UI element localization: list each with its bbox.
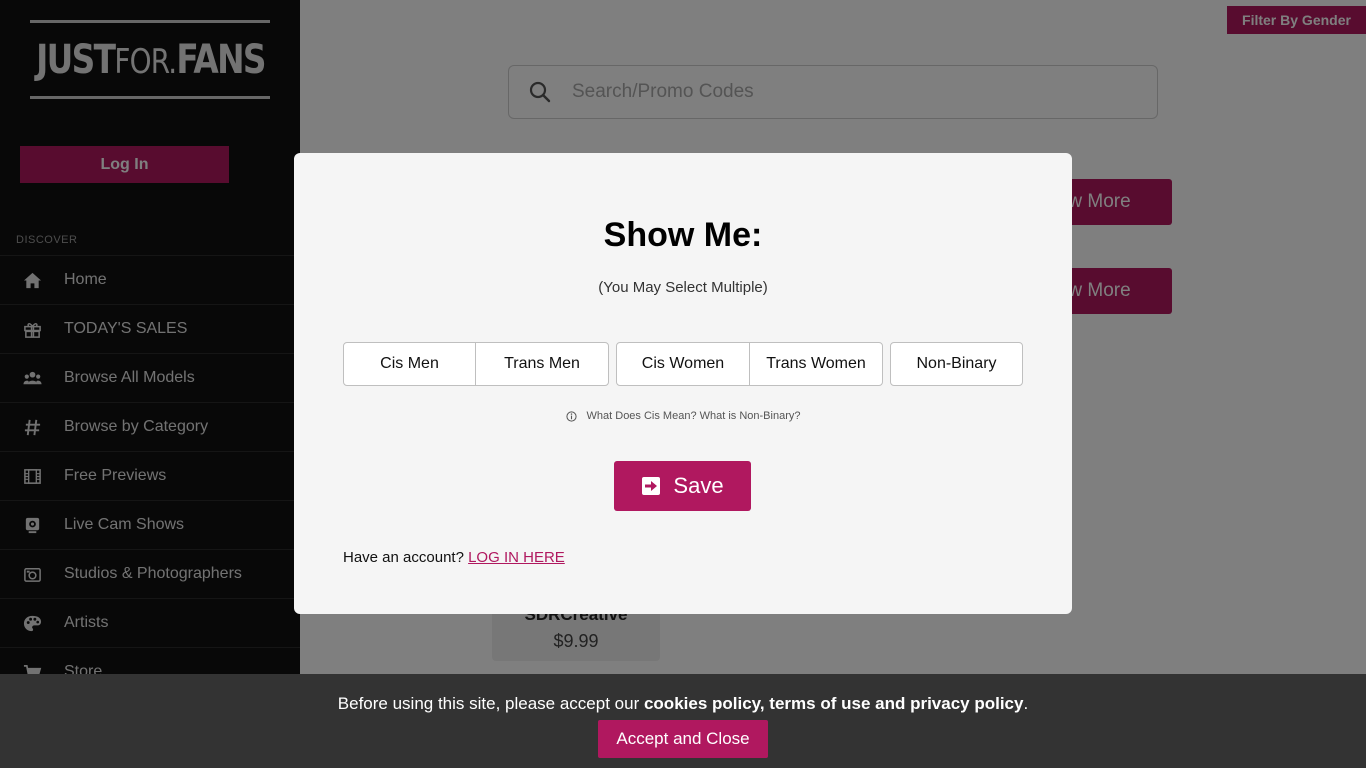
cookie-text-after: . [1023, 694, 1029, 713]
cookie-message: Before using this site, please accept ou… [0, 694, 1366, 714]
accept-and-close-button[interactable]: Accept and Close [598, 720, 768, 758]
option-cis-men[interactable]: Cis Men [343, 342, 476, 386]
option-trans-women[interactable]: Trans Women [749, 342, 883, 386]
info-icon [565, 410, 577, 422]
modal-title: Show Me: [603, 216, 763, 254]
option-non-binary[interactable]: Non-Binary [890, 342, 1023, 386]
option-cis-women[interactable]: Cis Women [616, 342, 750, 386]
cookie-text-before: Before using this site, please accept ou… [337, 694, 644, 713]
save-button-label: Save [673, 473, 724, 498]
option-trans-men[interactable]: Trans Men [475, 342, 609, 386]
gender-filter-modal: Show Me: (You May Select Multiple) Cis M… [294, 153, 1072, 614]
help-text: What Does Cis Mean? What is Non-Binary? [586, 410, 801, 422]
sign-in-arrow-icon [642, 477, 661, 495]
help-link[interactable]: What Does Cis Mean? What is Non-Binary? [294, 410, 1072, 422]
account-text: Have an account? [343, 549, 464, 566]
modal-subtitle: (You May Select Multiple) [598, 279, 768, 296]
cookie-policy-links[interactable]: cookies policy, terms of use and privacy… [644, 694, 1024, 713]
account-prompt: Have an account? LOG IN HERE [343, 549, 565, 566]
save-button[interactable]: Save [614, 461, 751, 511]
cookie-consent-bar: Before using this site, please accept ou… [0, 674, 1366, 768]
login-here-link[interactable]: LOG IN HERE [468, 549, 565, 566]
